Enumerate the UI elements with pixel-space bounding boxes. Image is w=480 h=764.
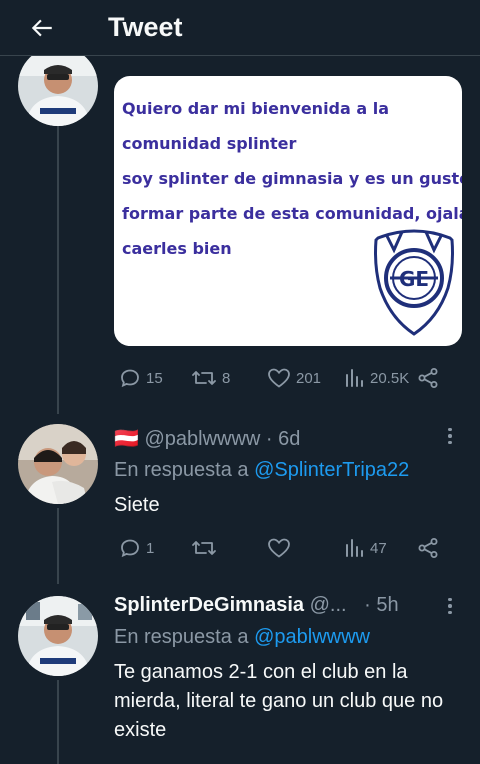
retweet-icon [192,371,216,385]
thread-line [57,680,59,764]
media-line: comunidad splinter [122,134,297,153]
reply-prefix: En respuesta a [114,459,249,481]
avatar[interactable] [18,596,98,676]
views-count: 47 [370,539,387,557]
user-handle[interactable]: @pablwwww [144,428,260,450]
views-count: 20.5K [370,369,410,387]
tweet-time[interactable]: · 6d [266,428,300,450]
more-options-button[interactable] [440,594,460,618]
avatar[interactable] [18,46,98,126]
tweet-media-image[interactable]: Quiero dar mi bienvenida a la comunidad … [114,76,462,346]
thread-line [57,122,59,414]
share-button[interactable] [416,366,440,390]
thread-line [57,508,59,584]
views-button[interactable]: 20.5K [342,366,409,390]
svg-text:GE: GE [399,267,429,291]
retweet-button[interactable] [190,536,222,560]
tweet-header: SplinterDeGimnasia @... · 5h [114,594,399,617]
reply-context: En respuesta a @pablwwww [114,626,370,649]
heart-icon [268,368,290,388]
user-handle[interactable]: @... [310,594,347,616]
tweet-text: Siete [114,494,160,516]
avatar[interactable] [18,424,98,504]
heart-icon [268,538,290,558]
top-bar: Tweet [0,0,480,56]
club-crest-icon: GE [374,229,454,336]
tweet-text: Te ganamos 2-1 con el club en la mierda,… [114,661,444,741]
retweet-button[interactable]: 8 [190,366,230,390]
share-icon [418,368,438,388]
back-button[interactable] [26,12,58,44]
page-title: Tweet [108,12,183,42]
share-icon [418,538,438,558]
reply-button[interactable]: 1 [118,536,154,560]
media-line: soy splinter de gimnasia y es un gusto [122,169,462,188]
more-options-button[interactable] [440,424,460,448]
like-count: 201 [296,369,322,387]
views-icon [346,369,363,387]
reply-icon [121,369,139,388]
reply-count: 1 [146,539,155,557]
arrow-left-icon [31,19,52,37]
reply-to-mention[interactable]: @pablwwww [254,626,370,648]
like-button[interactable]: 201 [266,366,321,390]
like-button[interactable] [266,536,296,560]
views-button[interactable]: 47 [342,536,387,560]
reply-icon [121,539,139,558]
reply-context: En respuesta a @SplinterTripa22 [114,459,409,482]
reply-to-mention[interactable]: @SplinterTripa22 [254,459,409,481]
country-flag-icon: 🇦🇹 [114,428,139,450]
tweet-header: 🇦🇹 @pablwwww · 6d [114,426,300,451]
views-icon [346,539,363,557]
reply-button[interactable]: 15 [118,366,163,390]
share-button[interactable] [416,536,440,560]
retweet-icon [192,541,216,555]
display-name[interactable]: SplinterDeGimnasia [114,594,304,616]
reply-prefix: En respuesta a [114,626,249,648]
reply-count: 15 [146,369,163,387]
retweet-count: 8 [222,369,231,387]
tweet-time[interactable]: · 5h [364,594,398,616]
media-line: Quiero dar mi bienvenida a la [122,99,390,118]
